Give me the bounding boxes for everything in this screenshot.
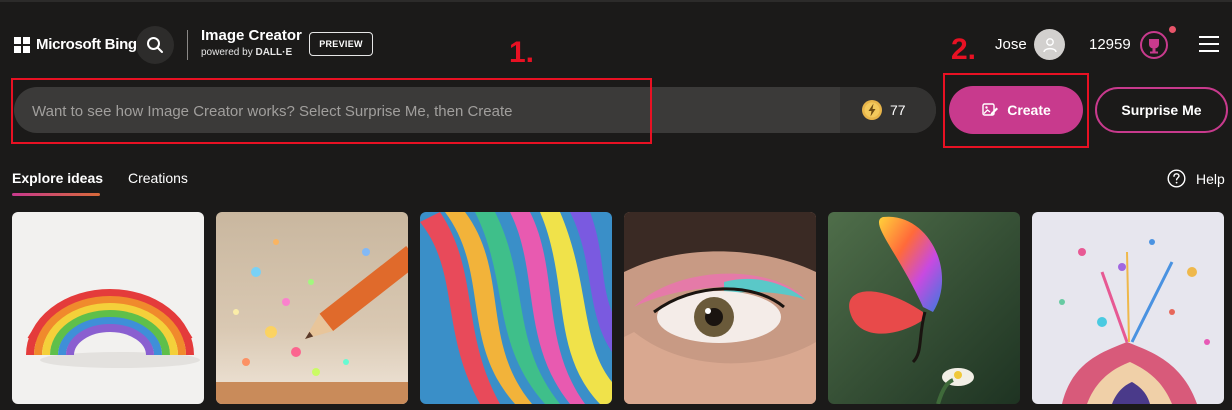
active-tab-indicator	[12, 193, 100, 196]
help-link[interactable]: Help	[1167, 169, 1225, 188]
surprise-me-button[interactable]: Surprise Me	[1095, 87, 1228, 133]
paint-splash-image	[1032, 212, 1224, 404]
avatar-icon	[1042, 37, 1057, 52]
boost-count: 77	[890, 102, 906, 118]
hamburger-menu-icon[interactable]	[1199, 35, 1219, 53]
gallery-card-pencil-glitter[interactable]	[216, 212, 408, 404]
header-divider	[187, 30, 188, 60]
notification-dot	[1169, 26, 1176, 33]
gallery-card-rainbow[interactable]	[12, 212, 204, 404]
tab-explore-ideas[interactable]: Explore ideas	[12, 170, 103, 186]
header: Microsoft Bing Image Creator powered by …	[0, 20, 1232, 70]
rewards-icon[interactable]	[1139, 30, 1169, 60]
butterfly-image	[828, 212, 1020, 404]
help-label: Help	[1196, 170, 1225, 187]
search-icon	[147, 37, 163, 53]
user-name[interactable]: Jose	[995, 36, 1027, 53]
gallery-card-paint-splash[interactable]	[1032, 212, 1224, 404]
brand-name: Microsoft Bing	[36, 36, 137, 53]
top-border	[0, 0, 1232, 2]
microsoft-logo-icon	[14, 36, 30, 53]
gallery-card-ribbons[interactable]	[420, 212, 612, 404]
annotation-label-1: 1.	[509, 36, 535, 69]
search-button[interactable]	[136, 26, 174, 64]
gallery-card-eye-makeup[interactable]	[624, 212, 816, 404]
powered-by-text: powered by DALL·E	[201, 48, 302, 58]
rainbow-image	[12, 212, 204, 404]
gallery-card-butterfly[interactable]	[828, 212, 1020, 404]
pencil-glitter-image	[216, 212, 408, 404]
app-title: Image Creator	[201, 27, 302, 44]
surprise-me-label: Surprise Me	[1121, 102, 1202, 118]
boosts-indicator[interactable]: 77	[840, 87, 936, 133]
preview-badge: PREVIEW	[309, 32, 373, 56]
microsoft-bing-logo[interactable]: Microsoft Bing	[14, 36, 137, 53]
powered-by-label: powered by	[201, 47, 253, 58]
help-icon	[1167, 169, 1186, 188]
model-name: DALL·E	[255, 47, 293, 58]
annotation-label-2: 2.	[951, 33, 977, 66]
annotation-box-create	[943, 73, 1089, 148]
rewards-points[interactable]: 12959	[1089, 36, 1131, 53]
tab-creations[interactable]: Creations	[128, 170, 188, 186]
annotation-box-prompt	[11, 78, 652, 144]
eye-makeup-image	[624, 212, 816, 404]
app-title-block[interactable]: Image Creator powered by DALL·E	[201, 28, 302, 58]
avatar[interactable]	[1034, 29, 1065, 60]
boost-coin-icon	[862, 100, 882, 120]
ribbons-image	[420, 212, 612, 404]
